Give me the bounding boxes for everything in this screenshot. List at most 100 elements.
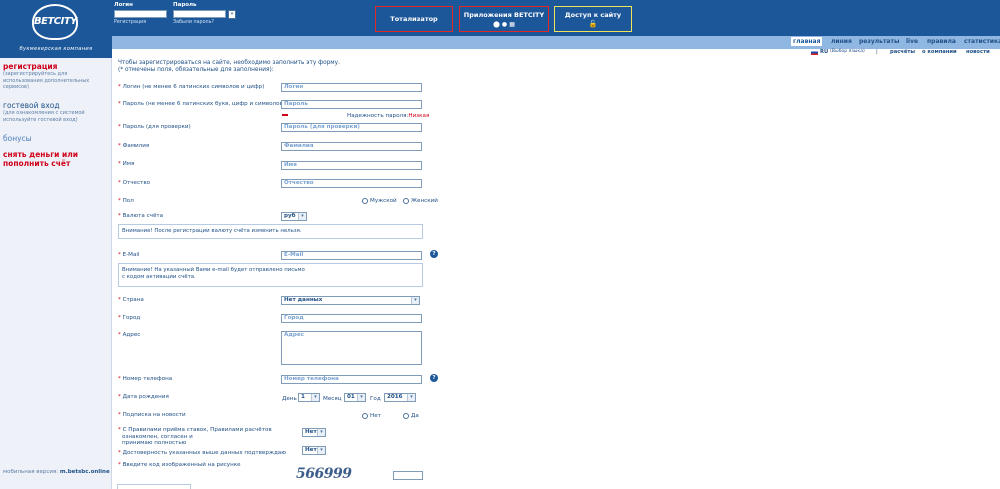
totalizator-button[interactable]: Тотализатор [375,6,453,32]
sidebar-item-withdraw[interactable]: снять деньги или пополнить счёт [3,150,109,168]
sex-male-radio[interactable] [362,198,368,204]
mobile-link[interactable]: m.betsbc.online [60,469,110,475]
sidebar-guest-note: (для ознакомления с системой используйте… [3,110,85,123]
dob-label: * Дата рождения [118,394,169,400]
nav-item-results[interactable]: результаты [857,37,901,46]
platform-icons: ⬤ ● ▦ [493,21,515,28]
sub-nav: RU (Выбор языка) | расчёты о компании но… [808,49,1000,57]
nav-item-stats[interactable]: статистика [962,37,1000,46]
lang-code[interactable]: RU [820,49,828,55]
logo-subtitle: букмекерская компания [19,46,93,52]
login-label: Логин [114,2,133,8]
mobile-version: мобильная версия: m.betsbc.online [3,469,110,475]
subnav-sep: | [876,49,878,55]
unlock-icon: 🔓 [588,20,598,28]
main-nav: главная линия результаты live правила ст… [112,36,1000,46]
chevron-down-icon: ▾ [357,394,365,401]
logo-mark: BETCITY [32,4,78,40]
rules-label: * С Правилами приёма ставок, Правилами р… [118,427,272,446]
patronymic-label: * Отчество [118,180,151,186]
sidebar: регистрация (зарегистрируйтесь для испол… [0,58,112,489]
subnav-item-news[interactable]: новости [966,49,990,55]
password-strength: Надежность пароля:Низкая [347,113,430,119]
apps-button[interactable]: Приложения BETCITY ⬤ ● ▦ [459,6,549,32]
site-access-label: Доступ к сайту [564,11,622,19]
email-help-icon[interactable]: ? [430,250,438,258]
address-textarea[interactable]: Адрес [281,331,422,365]
country-select[interactable]: Нет данных ▾ [281,296,420,305]
news-no-label: Нет [370,413,381,419]
sex-male-label: Мужской [370,198,397,204]
mobile-label: мобильная версия: [3,469,59,475]
sidebar-item-bonus[interactable]: бонусы [3,134,32,143]
nav-item-rules[interactable]: правила [925,37,958,46]
sidebar-item-register[interactable]: регистрация [3,62,57,71]
chevron-down-icon: ▾ [317,447,325,454]
sex-female-radio[interactable] [403,198,409,204]
year-select[interactable]: 2016 ▾ [384,393,416,402]
city-label: * Город [118,315,141,321]
rules-select[interactable]: Нет ▾ [302,428,326,437]
month-label: Месяц [323,396,342,402]
captcha-label: * Введите код изображенный на рисунке [118,462,241,468]
confirm-select[interactable]: Нет ▾ [302,446,326,455]
subnav-item-payments[interactable]: расчёты [890,49,915,55]
captcha-input[interactable] [393,471,423,480]
news-yes-label: Да [411,413,419,419]
password-confirm-input[interactable]: Пароль (для проверки) [281,123,422,132]
intro-line-1: Чтобы зарегистрироваться на сайте, необх… [118,60,340,66]
nav-item-line[interactable]: линия [829,37,854,46]
news-yes-radio[interactable] [403,413,409,419]
submit-area[interactable] [117,484,191,489]
reg-login-input[interactable]: Логин [281,83,422,92]
register-link[interactable]: Регистрация [114,20,146,25]
site-access-button[interactable]: Доступ к сайту 🔓 [554,6,632,32]
captcha-image: 566999 [296,466,352,482]
country-label: * Страна [118,297,144,303]
city-input[interactable]: Город [281,314,422,323]
currency-note: Внимание! После регистрации валюту счёта… [118,224,423,239]
subnav-item-about[interactable]: о компании [922,49,957,55]
lang-choose[interactable]: (Выбор языка) [830,49,865,54]
chevron-down-icon: ▾ [411,297,419,304]
chevron-down-icon: ▾ [311,394,319,401]
apps-label: Приложения BETCITY [463,11,545,19]
email-input[interactable]: E-Mail [281,251,422,260]
chevron-down-icon: ▾ [407,394,415,401]
address-label: * Адрес [118,332,141,338]
email-label: * E-Mail [118,252,140,258]
password-input[interactable] [173,10,226,18]
day-label: День [282,396,297,402]
sidebar-item-guest[interactable]: гостевой вход [3,101,60,110]
chevron-down-icon: ▾ [298,213,306,220]
name-input[interactable]: Имя [281,161,422,170]
day-select[interactable]: 1 ▾ [298,393,320,402]
sidebar-register-note: (зарегистрируйтесь для использования доп… [3,71,90,90]
login-field-label: * Логин (не менее 6 латинских символов и… [118,84,265,90]
confirm-label: * Достоверность указанных выше данных по… [118,450,286,456]
password-confirm-label: * Пароль (для проверки) [118,124,191,130]
form-intro: Чтобы зарегистрироваться на сайте, необх… [118,60,368,74]
surname-label: * Фамилия [118,143,150,149]
login-input[interactable] [114,10,167,18]
password-field-label: * Пароль (не менее 6 латинских букв, циф… [118,101,286,107]
login-submit-button[interactable]: » [228,10,236,19]
password-strength-bar [282,114,288,116]
nav-item-live[interactable]: live [904,37,920,46]
patronymic-input[interactable]: Отчество [281,179,422,188]
forgot-password-link[interactable]: Забыли пароль? [173,20,214,25]
phone-help-icon[interactable]: ? [430,374,438,382]
currency-select[interactable]: руб ▾ [281,212,307,221]
news-no-radio[interactable] [362,413,368,419]
name-label: * Имя [118,161,135,167]
email-note: Внимание! На указанный Вами e-mail будет… [118,263,423,287]
year-label: Год [370,396,381,402]
logo[interactable]: BETCITY букмекерская компания [0,0,112,58]
nav-item-home[interactable]: главная [791,37,823,46]
surname-input[interactable]: Фамилия [281,142,422,151]
month-select[interactable]: 01 ▾ [344,393,366,402]
password-label: Пароль [173,2,197,8]
phone-input[interactable]: Номер телефона [281,375,422,384]
chevron-down-icon: ▾ [317,429,325,436]
reg-password-input[interactable]: Пароль [281,100,422,109]
